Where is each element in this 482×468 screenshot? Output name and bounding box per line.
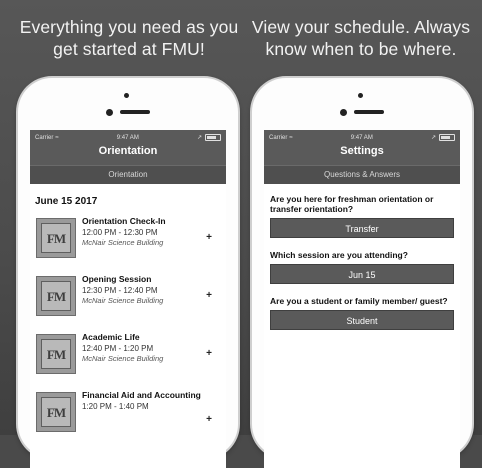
- navigation-bar: Carrier ≈ 9:47 AM ↗ Settings Questions &…: [264, 130, 460, 184]
- answer-attendee-type-button[interactable]: Student: [270, 310, 454, 330]
- event-title: Financial Aid and Accounting: [82, 390, 201, 400]
- list-item[interactable]: FM Orientation Check-In 12:00 PM - 12:30…: [36, 216, 226, 274]
- status-icons: ↗: [431, 134, 455, 141]
- add-event-button[interactable]: +: [206, 414, 212, 425]
- carrier-label: Carrier ≈: [35, 135, 59, 141]
- carrier-text: Carrier: [269, 134, 288, 141]
- wifi-icon: ≈: [55, 134, 59, 141]
- logo-text: FM: [41, 397, 71, 427]
- camera-icon: [124, 93, 129, 98]
- fmu-logo-icon: FM: [36, 276, 76, 316]
- event-time: 12:30 PM - 12:40 PM: [82, 286, 158, 295]
- section-tab-orientation[interactable]: Orientation: [30, 165, 226, 184]
- sensor-icon: [340, 109, 347, 116]
- event-title: Opening Session: [82, 274, 152, 284]
- sensor-icon: [106, 109, 113, 116]
- logo-text: FM: [41, 281, 71, 311]
- list-item[interactable]: FM Financial Aid and Accounting 1:20 PM …: [36, 390, 226, 448]
- question-orientation-type: Are you here for freshman orientation or…: [270, 194, 434, 214]
- logo-text: FM: [41, 223, 71, 253]
- left-screen: Carrier ≈ 9:47 AM ↗ Orientation Orientat…: [30, 130, 226, 468]
- add-event-button[interactable]: +: [206, 290, 212, 301]
- speaker-icon: [354, 110, 384, 114]
- battery-icon: [205, 134, 221, 141]
- carrier-text: Carrier: [35, 134, 54, 141]
- page-title: Orientation: [98, 145, 158, 157]
- list-item[interactable]: FM Academic Life 12:40 PM - 1:20 PM McNa…: [36, 332, 226, 390]
- left-phone-frame: Carrier ≈ 9:47 AM ↗ Orientation Orientat…: [18, 78, 238, 468]
- list-item[interactable]: FM Opening Session 12:30 PM - 12:40 PM M…: [36, 274, 226, 332]
- logo-text: FM: [41, 339, 71, 369]
- event-time: 12:40 PM - 1:20 PM: [82, 344, 154, 353]
- location-icon: ↗: [430, 135, 436, 141]
- right-screen: Carrier ≈ 9:47 AM ↗ Settings Questions &…: [264, 130, 460, 468]
- carrier-label: Carrier ≈: [269, 135, 293, 141]
- page-title: Settings: [340, 145, 384, 157]
- event-location: McNair Science Building: [82, 354, 164, 363]
- speaker-icon: [120, 110, 150, 114]
- event-location: McNair Science Building: [82, 238, 164, 247]
- battery-icon: [439, 134, 455, 141]
- date-heading: June 15 2017: [35, 196, 98, 207]
- event-time: 12:00 PM - 12:30 PM: [82, 228, 158, 237]
- fmu-logo-icon: FM: [36, 218, 76, 258]
- status-icons: ↗: [197, 134, 221, 141]
- section-tab-questions[interactable]: Questions & Answers: [264, 165, 460, 184]
- location-icon: ↗: [196, 135, 202, 141]
- add-event-button[interactable]: +: [206, 232, 212, 243]
- fmu-logo-icon: FM: [36, 392, 76, 432]
- answer-orientation-type-button[interactable]: Transfer: [270, 218, 454, 238]
- event-title: Academic Life: [82, 332, 140, 342]
- question-session: Which session are you attending?: [270, 250, 408, 260]
- camera-icon: [358, 93, 363, 98]
- answer-session-button[interactable]: Jun 15: [270, 264, 454, 284]
- status-bar: Carrier ≈ 9:47 AM ↗: [30, 130, 226, 142]
- navigation-bar: Carrier ≈ 9:47 AM ↗ Orientation Orientat…: [30, 130, 226, 184]
- fmu-logo-icon: FM: [36, 334, 76, 374]
- add-event-button[interactable]: +: [206, 348, 212, 359]
- right-caption: View your schedule. Always know when to …: [251, 17, 471, 59]
- right-phone-frame: Carrier ≈ 9:47 AM ↗ Settings Questions &…: [252, 78, 472, 468]
- event-location: McNair Science Building: [82, 296, 164, 305]
- wifi-icon: ≈: [289, 134, 293, 141]
- status-time: 9:47 AM: [350, 134, 373, 141]
- left-caption: Everything you need as you get started a…: [19, 17, 239, 59]
- question-attendee-type: Are you a student or family member/ gues…: [270, 296, 448, 306]
- event-title: Orientation Check-In: [82, 216, 166, 226]
- status-bar: Carrier ≈ 9:47 AM ↗: [264, 130, 460, 142]
- event-time: 1:20 PM - 1:40 PM: [82, 402, 149, 411]
- status-time: 9:47 AM: [116, 134, 139, 141]
